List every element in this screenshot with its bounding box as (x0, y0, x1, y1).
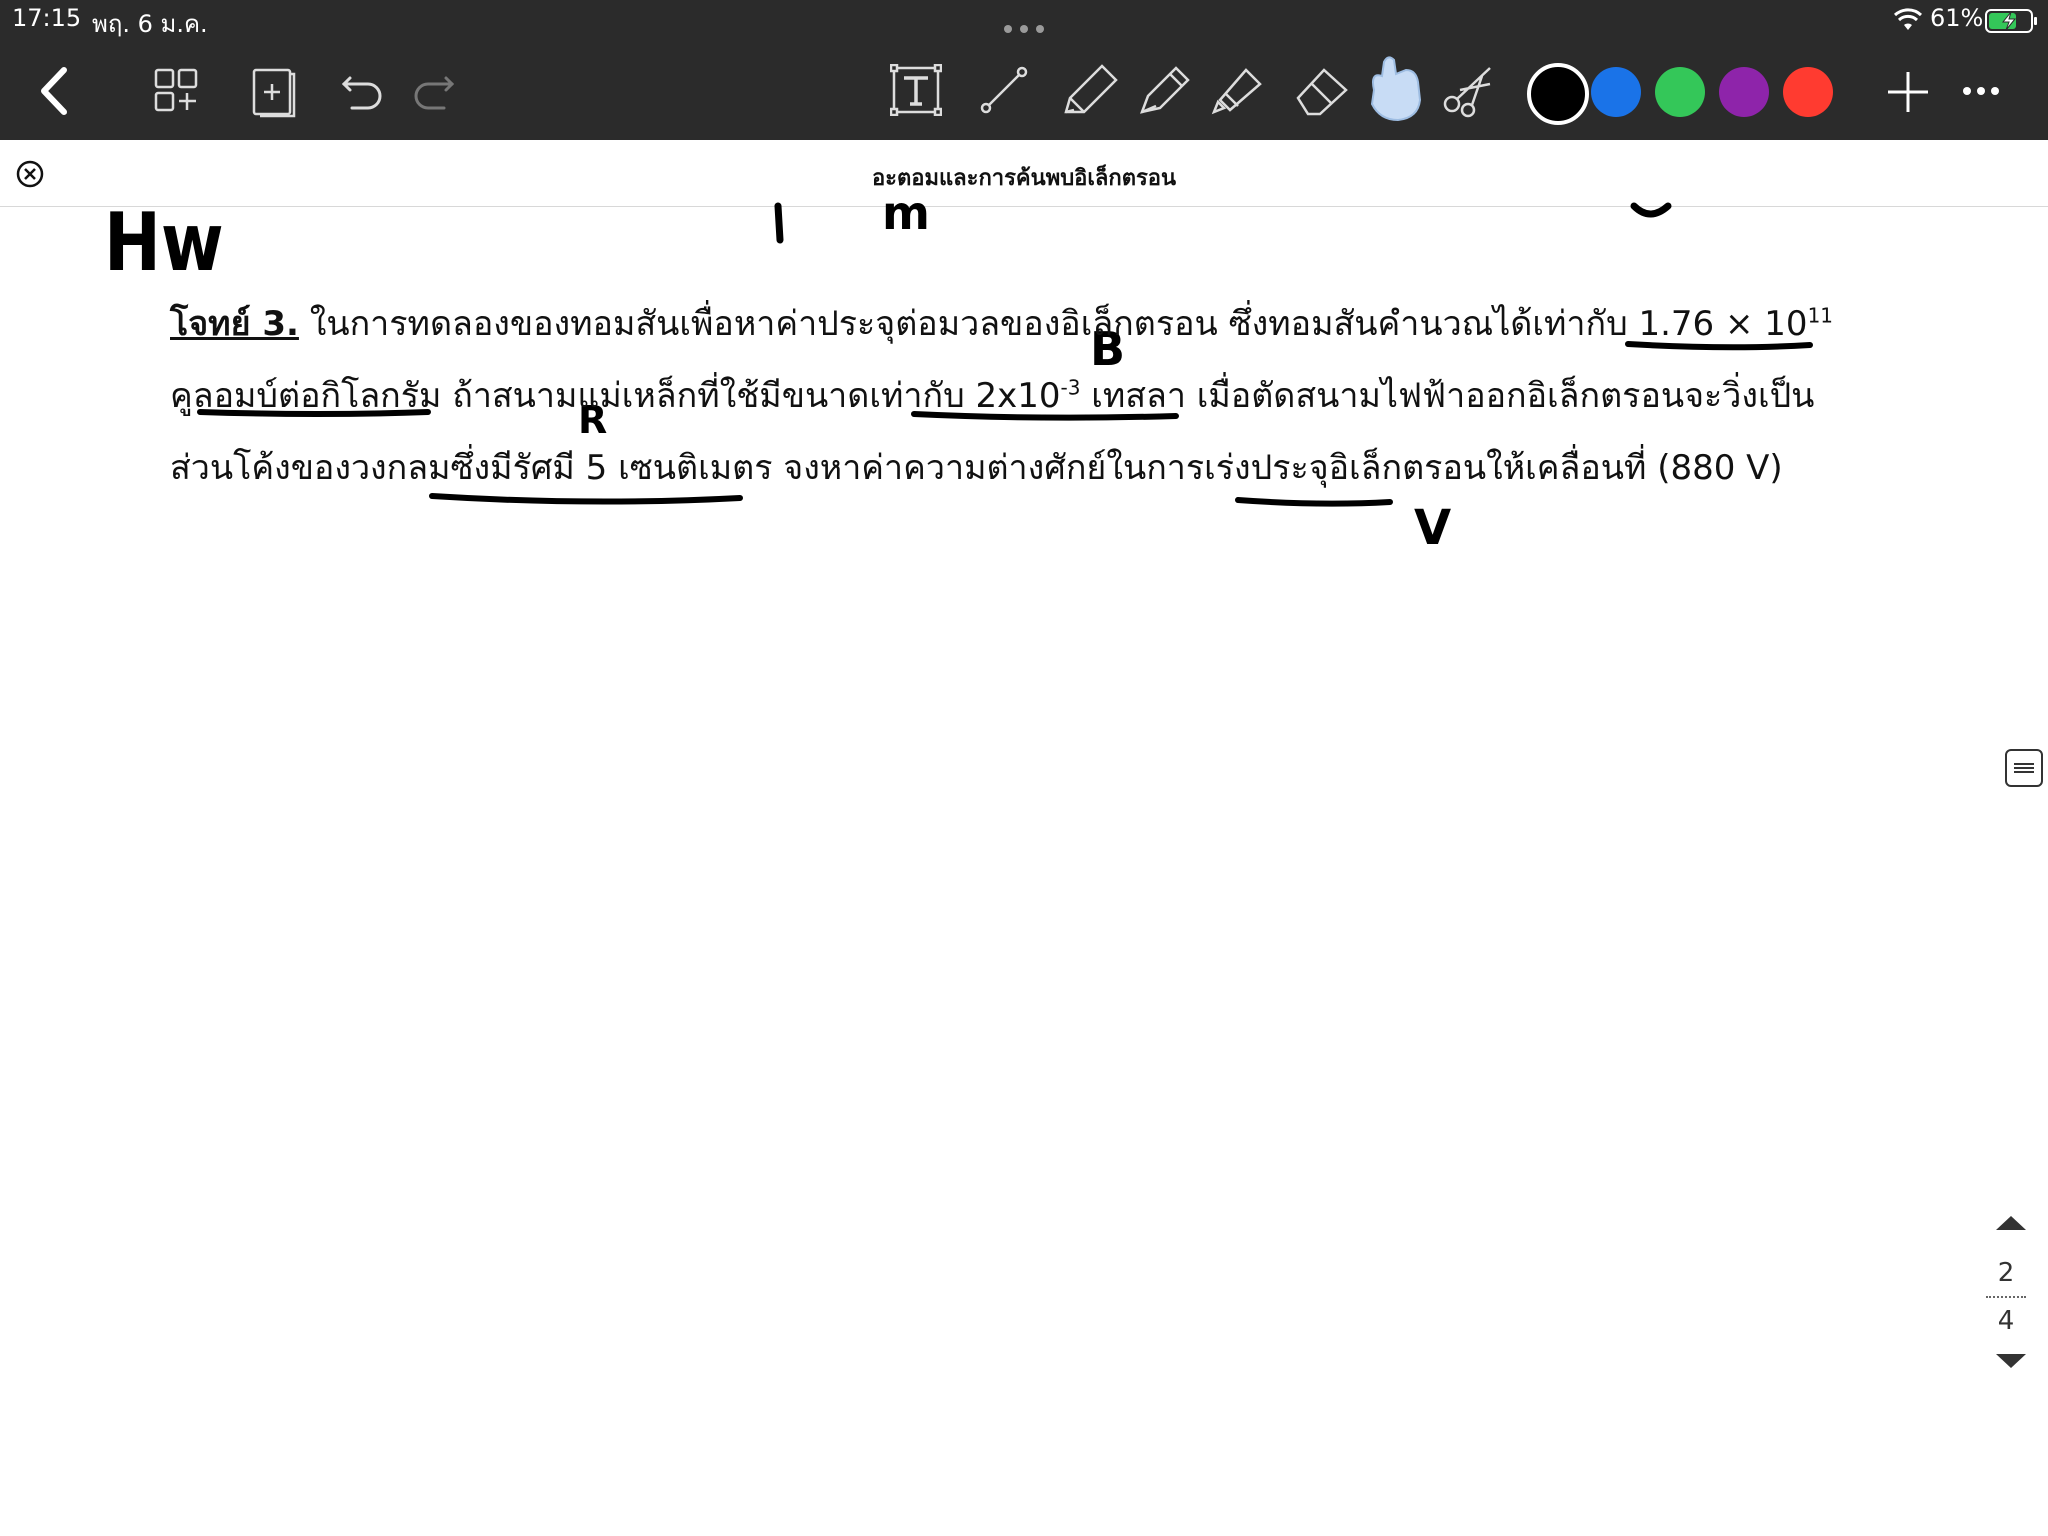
page-down-icon[interactable] (1994, 1352, 2028, 1374)
current-page: 2 (1997, 1258, 2015, 1288)
problem-text-2b: เทสลา เมื่อตัดสนามไฟฟ้าออกอิเล็กตรอนจะวิ… (1080, 376, 1815, 416)
ink-mark-top-center (774, 202, 784, 244)
ink-mark-top-right (1630, 202, 1672, 218)
charge-mass-exponent: 11 (1807, 303, 1834, 328)
total-pages: 4 (1997, 1306, 2015, 1336)
ink-layer (197, 202, 1813, 507)
page-divider (1986, 1296, 2026, 1298)
problem-label: โจทย์ 3. (170, 304, 299, 344)
field-exponent: -3 (1060, 375, 1081, 400)
underline-radius (429, 493, 743, 505)
problem-line-3: ส่วนโค้งของวงกลมซึ่งมีรัศมี 5 เซนติเมตร … (170, 440, 1783, 494)
problem-line-2: คูลอมบ์ต่อกิโลกรัม ถ้าสนามแม่เหล็กที่ใช้… (170, 368, 1814, 422)
underline-charge (1235, 497, 1393, 507)
problem-text-2a: คูลอมบ์ต่อกิโลกรัม ถ้าสนามแม่เหล็กที่ใช้… (170, 376, 1061, 416)
outline-panel-icon[interactable] (2004, 748, 2044, 792)
charge-mass-value: 1.76 × 10 (1638, 304, 1808, 344)
problem-line-1: โจทย์ 3. ในการทดลองของทอมสันเพื่อหาค่าปร… (170, 296, 1833, 350)
handwriting-m: m (882, 186, 930, 240)
page-navigator: 2 4 (1984, 1214, 2040, 1374)
problem-text-3: ส่วนโค้งของวงกลมซึ่งมีรัศมี 5 เซนติเมตร … (170, 448, 1783, 488)
page-up-icon[interactable] (1994, 1214, 2028, 1236)
handwriting-v: V (1414, 500, 1452, 556)
problem-text-1: ในการทดลองของทอมสันเพื่อหาค่าประจุต่อมวล… (298, 304, 1639, 344)
handwriting-hw: Hw (104, 196, 224, 289)
